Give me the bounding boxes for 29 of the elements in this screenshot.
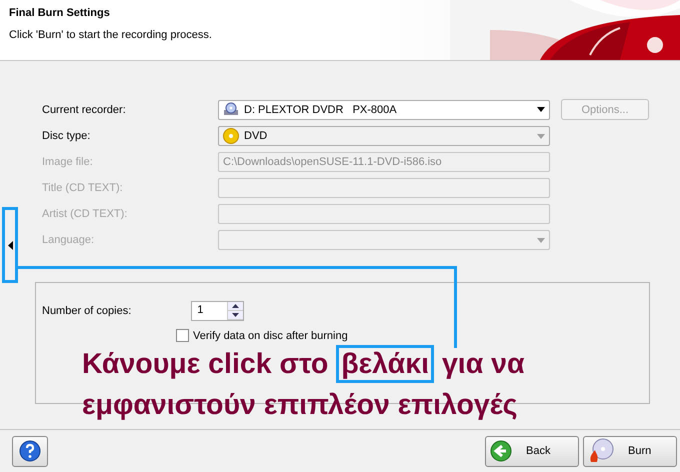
page-title: Final Burn Settings	[9, 7, 111, 19]
spin-down-icon[interactable]	[228, 311, 244, 320]
field-label: Title (CD TEXT):	[42, 182, 124, 194]
page-subtitle: Click 'Burn' to start the recording process.	[9, 29, 212, 41]
field-label: Language:	[42, 234, 95, 246]
burning-disc-icon	[588, 438, 614, 464]
dropdown-field[interactable]: D: PLEXTOR DVDR PX-800A	[218, 100, 550, 120]
verify-label: Verify data on disc after burning	[193, 330, 348, 342]
copies-label: Number of copies:	[42, 305, 132, 317]
help-button[interactable]	[12, 436, 48, 466]
copies-spinner[interactable]: 1	[191, 301, 244, 321]
field-label: Image file:	[42, 156, 94, 168]
field-label: Disc type:	[42, 130, 92, 142]
drive-icon	[223, 102, 239, 117]
caret-icon	[537, 238, 545, 242]
dropdown-field[interactable]: DVD	[218, 126, 550, 146]
left-arrow-icon	[8, 240, 12, 250]
caret-icon	[537, 134, 545, 138]
caret-icon	[537, 107, 545, 112]
spin-up-icon[interactable]	[228, 302, 244, 311]
expand-handle[interactable]	[2, 207, 18, 283]
field-label: Artist (CD TEXT):	[42, 208, 128, 220]
burn-button[interactable]: Burn	[583, 436, 677, 466]
back-button[interactable]: Back	[485, 436, 579, 466]
verify-checkbox[interactable]	[176, 329, 189, 342]
field-label: Current recorder:	[42, 104, 127, 116]
annotation-text: Κάνουμε click στο βελάκι για να εμφανιστούν επιπλέον επιλογές	[82, 344, 622, 426]
disc-icon	[223, 128, 239, 144]
help-icon	[19, 440, 41, 462]
